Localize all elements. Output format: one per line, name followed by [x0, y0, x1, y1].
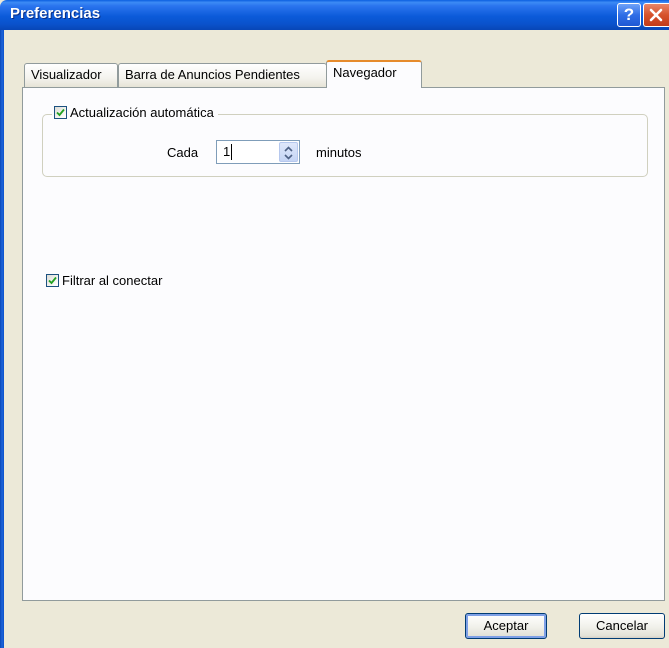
title-bar[interactable]: Preferencias ?: [0, 0, 669, 30]
tab-label: Visualizador: [31, 67, 102, 82]
tab-label: Barra de Anuncios Pendientes: [125, 67, 300, 82]
filter-on-connect-checkbox[interactable]: [46, 274, 59, 287]
text-caret: [231, 144, 232, 160]
every-label: Cada: [167, 145, 199, 160]
window-frame-left: [0, 30, 4, 648]
auto-update-label: Actualización automática: [70, 105, 214, 120]
filter-on-connect-label: Filtrar al conectar: [62, 273, 163, 288]
accept-button[interactable]: Aceptar: [465, 613, 547, 639]
auto-update-group: Actualización automática Cada 1 minutos: [42, 105, 648, 177]
auto-update-checkbox[interactable]: [54, 106, 67, 119]
help-button[interactable]: ?: [617, 3, 641, 27]
interval-value: 1: [223, 144, 231, 159]
auto-update-checkbox-row[interactable]: Actualización automática: [52, 105, 218, 123]
window-title: Preferencias: [10, 5, 101, 22]
filter-on-connect-row[interactable]: Filtrar al conectar: [46, 273, 162, 288]
tab-panel-navegador: Actualización automática Cada 1 minutos: [22, 87, 665, 601]
tab-navegador[interactable]: Navegador: [326, 60, 422, 88]
interval-stepper[interactable]: 1: [216, 140, 300, 164]
chevron-down-icon[interactable]: [284, 154, 293, 160]
spin-buttons[interactable]: [279, 142, 298, 162]
close-icon: [649, 8, 663, 22]
check-icon: [56, 108, 65, 117]
chevron-up-icon[interactable]: [284, 146, 293, 152]
tab-visualizador[interactable]: Visualizador: [24, 63, 118, 87]
check-icon: [48, 276, 57, 285]
tab-barra-anuncios-pendientes[interactable]: Barra de Anuncios Pendientes: [118, 63, 327, 87]
close-button[interactable]: [643, 3, 669, 27]
preferences-dialog: Preferencias ? Visualizador Barra de Anu…: [0, 0, 669, 648]
tab-label: Navegador: [333, 65, 397, 80]
help-icon: ?: [623, 5, 635, 24]
cancel-button[interactable]: Cancelar: [579, 613, 665, 639]
unit-label: minutos: [316, 145, 362, 160]
